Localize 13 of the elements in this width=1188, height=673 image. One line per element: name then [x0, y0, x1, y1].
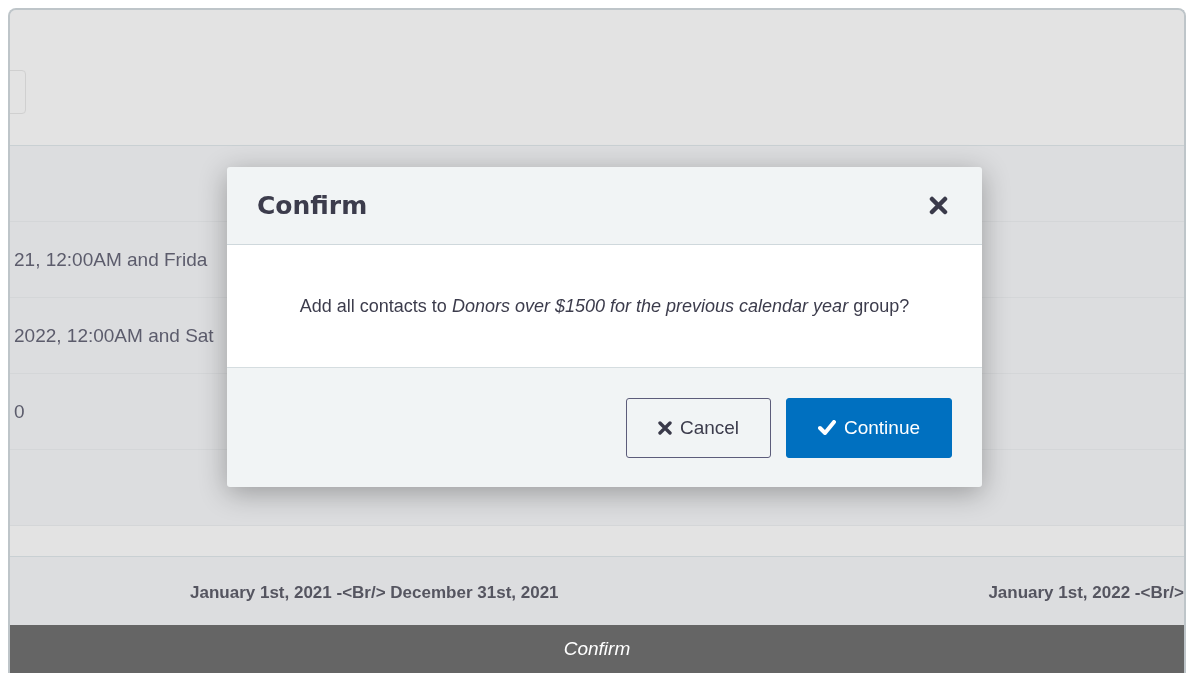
table-cell-text: 2022, 12:00AM and Sat [13, 324, 214, 347]
continue-button[interactable]: Continue [786, 397, 952, 458]
close-icon [657, 420, 672, 435]
check-icon [817, 420, 836, 435]
status-label: Confirm [563, 638, 631, 660]
cancel-button[interactable]: Cancel [626, 397, 771, 458]
table-cell: January 1st, 2022 -<Br/> [988, 583, 1184, 603]
dialog-title: Confirm [257, 191, 368, 220]
table-cell-text: 0 [13, 400, 25, 423]
table-cell: January 1st, 2021 -<Br/> December 31st, 2021 [190, 583, 559, 603]
table-cell-text: 21, 12:00AM and Frida [13, 248, 208, 271]
dialog-message: Add all contacts to Donors over $1500 for the previous calendar year group? [299, 295, 910, 317]
close-icon[interactable] [929, 196, 948, 215]
